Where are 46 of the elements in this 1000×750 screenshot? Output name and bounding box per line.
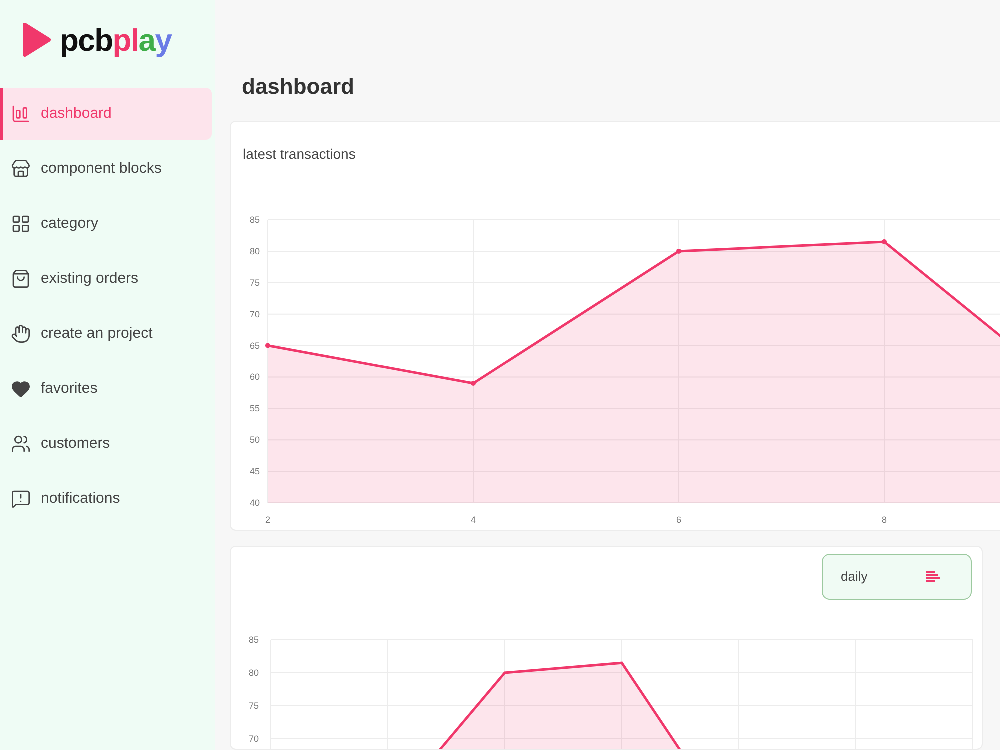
- data-point: [471, 381, 476, 386]
- data-point: [676, 248, 682, 254]
- axis-label: 50: [250, 435, 260, 446]
- axis-label: 4: [471, 515, 476, 525]
- logo-text: pl: [112, 24, 139, 56]
- axis-label: 40: [250, 498, 260, 508]
- axis-label: 80: [250, 246, 260, 256]
- axis-label: 75: [250, 278, 260, 288]
- sidebar-item[interactable]: customers: [0, 418, 212, 470]
- sidebar-item[interactable]: existing orders: [0, 253, 212, 305]
- chart-icon: [11, 104, 31, 124]
- sidebar-item[interactable]: category: [0, 198, 212, 250]
- lines-icon: [925, 571, 941, 583]
- logo-text: a: [138, 24, 156, 56]
- sidebar-item[interactable]: notifications: [0, 473, 212, 525]
- card-title: latest transactions: [242, 145, 357, 164]
- logo-text: pcb: [60, 24, 113, 56]
- axis-label: 60: [250, 372, 260, 382]
- axis-label: 65: [250, 340, 260, 351]
- hand-icon: [11, 324, 31, 344]
- axis-label: 80: [248, 668, 259, 678]
- sidebar-item[interactable]: component blocks: [0, 143, 212, 195]
- grid-icon: [11, 214, 31, 234]
- axis-label: 8: [882, 515, 887, 525]
- sidebar-item[interactable]: favorites: [0, 363, 212, 415]
- axis-label: 70: [248, 734, 259, 744]
- message-icon: [11, 489, 31, 509]
- sidebar-item[interactable]: create an project: [0, 308, 212, 360]
- axis-label: 45: [250, 466, 260, 477]
- store-icon: [11, 159, 31, 179]
- axis-label: 70: [250, 309, 260, 320]
- axis-label: 85: [250, 215, 260, 225]
- play-logo-icon: [22, 22, 52, 58]
- axis-label: 2: [266, 515, 270, 525]
- logo-text: y: [155, 24, 172, 56]
- users-icon: [11, 434, 31, 454]
- axis-label: 6: [676, 515, 682, 525]
- axis-label: 85: [248, 635, 259, 645]
- heart-icon: [11, 379, 31, 399]
- data-point: [882, 240, 887, 244]
- page-title: dashboard: [241, 73, 356, 101]
- axis-label: 75: [248, 701, 259, 711]
- period-dropdown[interactable]: daily: [822, 554, 972, 600]
- bag-icon: [11, 269, 31, 289]
- axis-label: 55: [250, 404, 260, 414]
- data-point: [266, 343, 270, 348]
